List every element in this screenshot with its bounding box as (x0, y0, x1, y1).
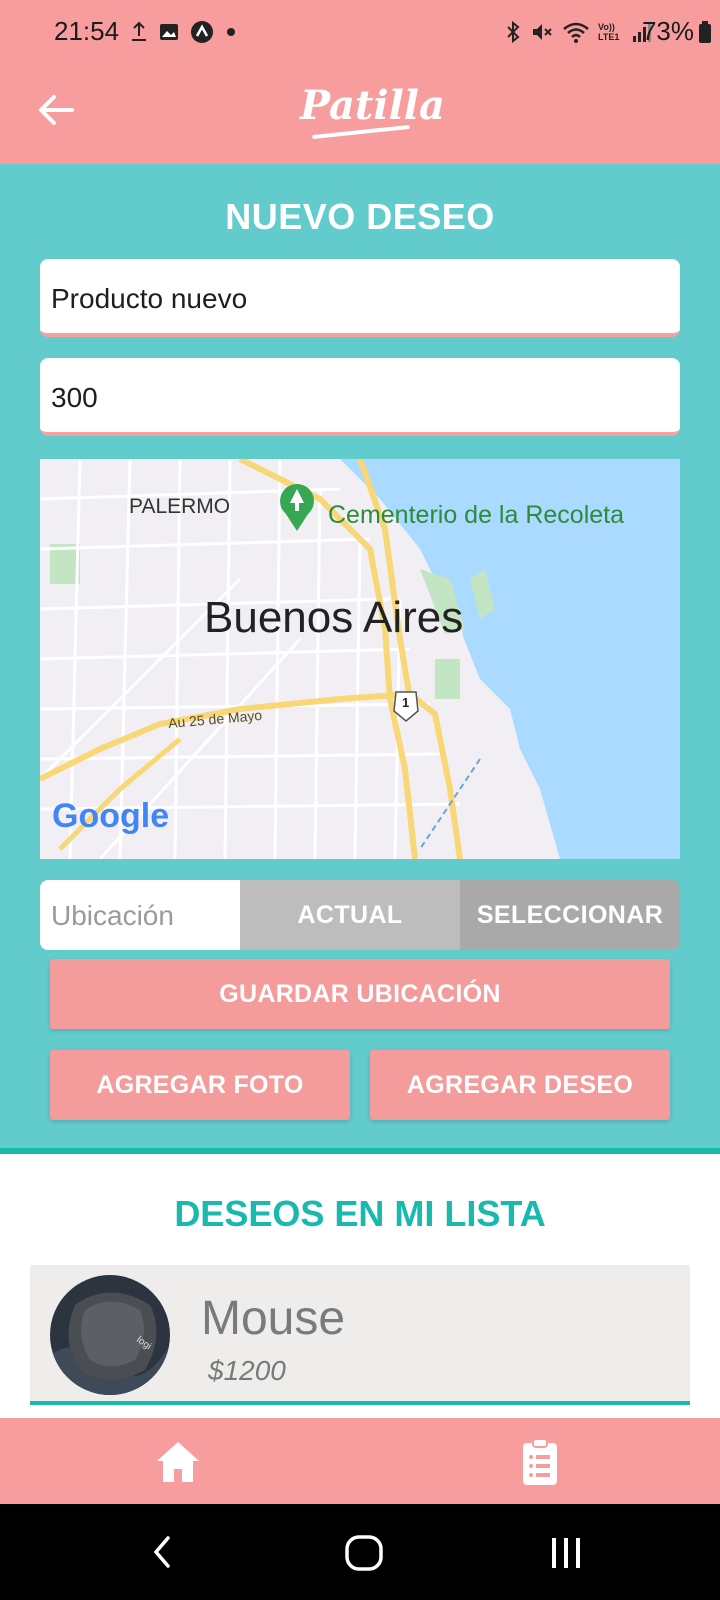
save-location-button[interactable]: GUARDAR UBICACIÓN (50, 959, 670, 1029)
volte-icon: Vo)) LTE1 (598, 22, 620, 42)
location-placeholder: Ubicación (51, 900, 174, 931)
arrow-left-icon[interactable] (36, 90, 76, 130)
item-name: Mouse (201, 1292, 346, 1345)
battery-percent: 73% (641, 16, 694, 46)
map-neighborhood-label: PALERMO (129, 495, 231, 518)
map-view[interactable]: PALERMO Cementerio de la Recoleta Buenos… (40, 459, 680, 859)
home-icon[interactable] (155, 1440, 201, 1484)
map-poi-label: Cementerio de la Recoleta (328, 501, 624, 529)
product-name-input[interactable]: Producto nuevo (40, 259, 680, 337)
add-wish-button[interactable]: AGREGAR DESEO (370, 1050, 670, 1120)
select-location-button[interactable]: SELECCIONAR (460, 880, 680, 950)
form-title: NUEVO DESEO (225, 196, 495, 237)
image-icon (160, 24, 178, 40)
back-nav-icon[interactable] (150, 1534, 174, 1570)
system-nav-bar (0, 1504, 720, 1600)
home-nav-icon[interactable] (344, 1534, 384, 1572)
map-route-shield-label: 1 (402, 695, 410, 710)
recents-nav-icon[interactable] (548, 1536, 584, 1570)
wish-list-title: DESEOS EN MI LISTA (174, 1193, 546, 1234)
mute-icon (533, 24, 552, 40)
price-input[interactable]: 300 (40, 358, 680, 436)
location-input[interactable]: Ubicación (40, 880, 240, 950)
app-bar: Patilla (0, 64, 720, 164)
current-location-button[interactable]: ACTUAL (240, 880, 460, 950)
list-item[interactable]: logi Mouse $1200 (30, 1265, 690, 1405)
status-right-icons: Vo)) LTE1 (504, 18, 652, 46)
bottom-nav (0, 1418, 720, 1504)
section-divider (0, 1148, 720, 1154)
upload-icon (132, 21, 146, 41)
clipboard-list-icon[interactable] (522, 1438, 558, 1486)
status-bar: 21:54 Vo)) LTE1 73% (0, 0, 720, 64)
price-value: 300 (51, 382, 98, 413)
status-left-icons (130, 18, 238, 46)
battery-icon (699, 21, 711, 43)
add-photo-button[interactable]: AGREGAR FOTO (50, 1050, 350, 1120)
google-logo: Google (52, 797, 170, 835)
item-price: $1200 (208, 1355, 286, 1386)
map-city-label: Buenos Aires (204, 593, 464, 642)
dot-icon (227, 28, 235, 36)
app-icon (191, 21, 213, 43)
bluetooth-icon (507, 20, 520, 44)
wifi-icon (563, 22, 589, 43)
item-photo: logi (50, 1275, 170, 1395)
app-logo: Patilla (300, 82, 445, 129)
status-time: 21:54 (54, 16, 120, 46)
product-name-value: Producto nuevo (51, 283, 248, 314)
